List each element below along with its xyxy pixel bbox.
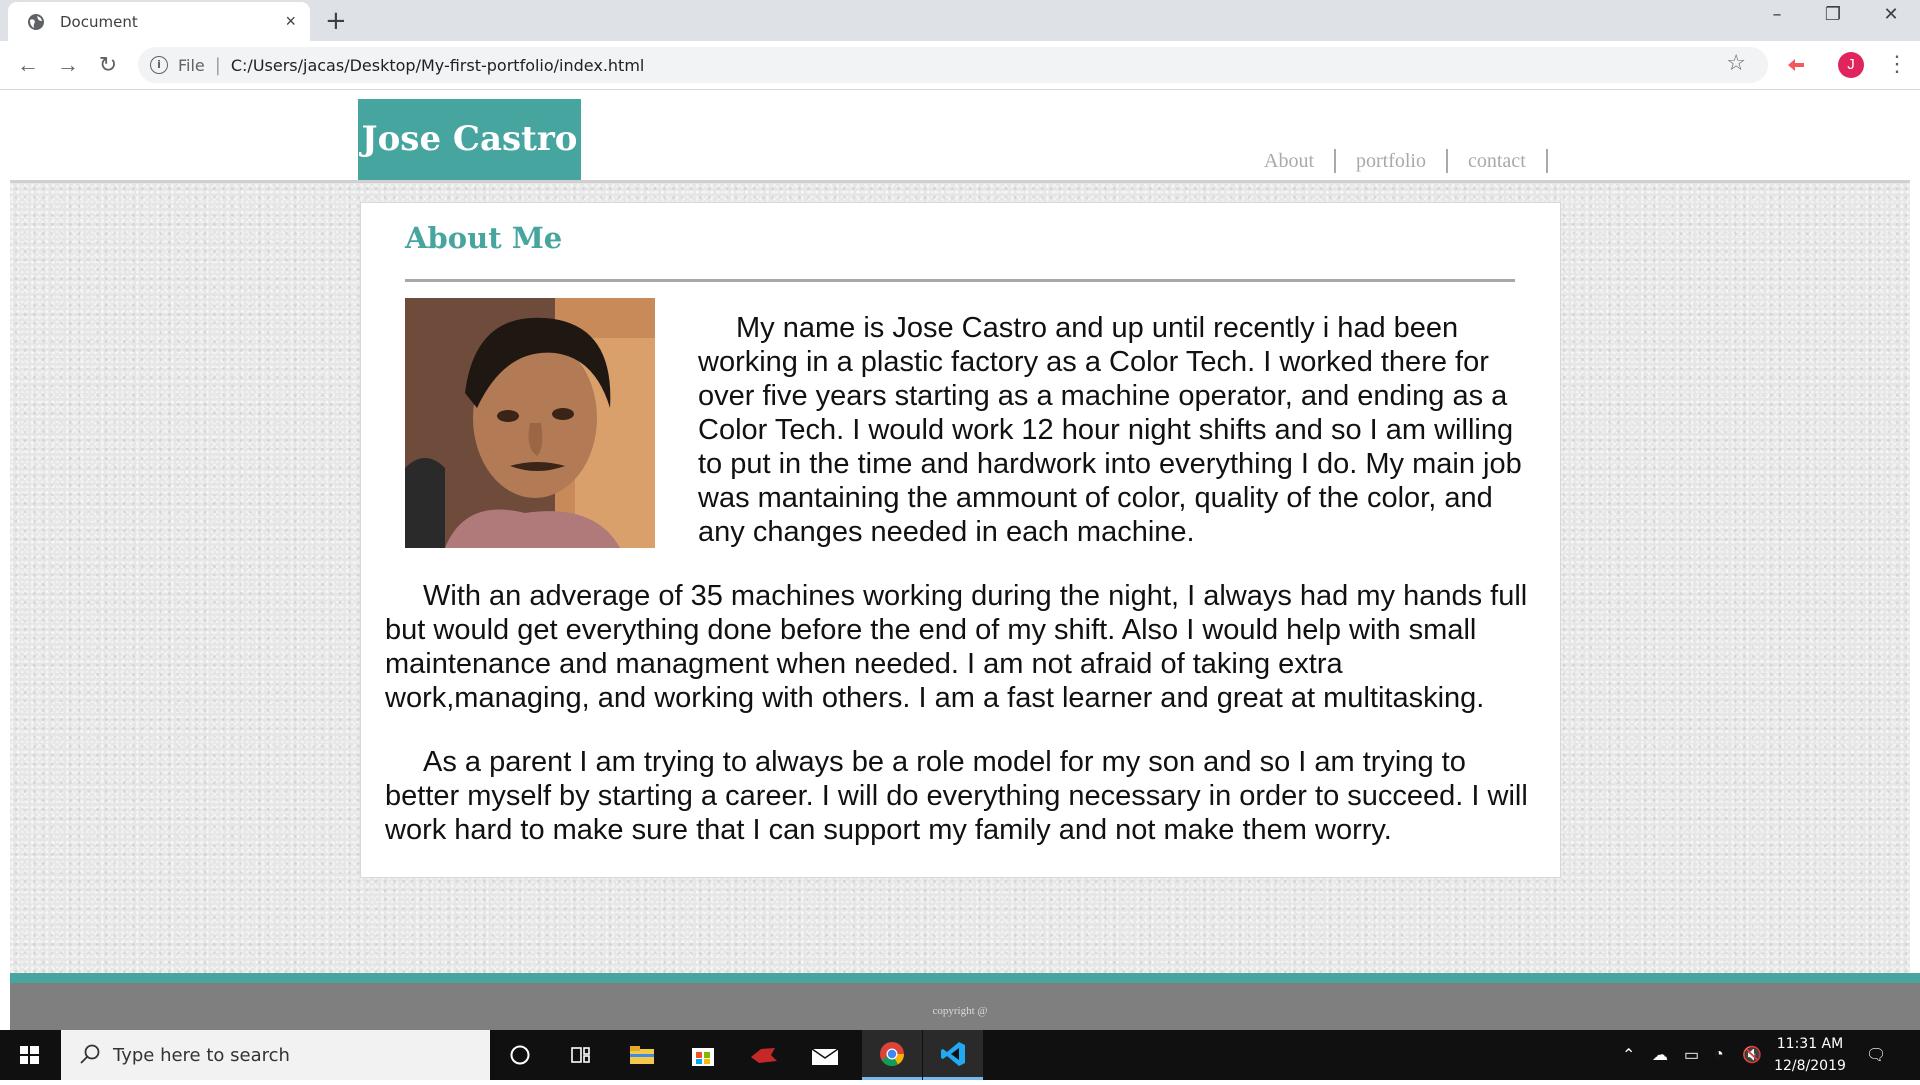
cortana-icon[interactable] [490,1030,550,1080]
copyright-text: copyright @ [932,1005,988,1017]
section-title: About Me [405,221,563,255]
globe-icon [28,13,44,30]
paragraph-2: With an adverage of 35 machines working … [385,580,1528,714]
tab-strip: Document × + – ❐ ✕ [0,0,1920,41]
task-view-icon[interactable] [551,1030,611,1080]
paragraph-1: My name is Jose Castro and up until rece… [698,312,1522,548]
start-button[interactable] [0,1030,60,1080]
browser-tab[interactable]: Document × [8,2,310,41]
site-header: Jose Castro About portfolio contact [0,90,1920,180]
nav-link-portfolio[interactable]: portfolio [1336,149,1448,173]
about-card: About Me My name is Jose Castro and up u… [360,202,1561,878]
mail-icon[interactable] [795,1030,855,1080]
tab-close-icon[interactable]: × [285,11,296,32]
site-nav: About portfolio contact [1240,149,1548,173]
clock[interactable]: 11:31 AM 12/8/2019 [1760,1033,1860,1077]
minimize-icon[interactable]: – [1752,4,1802,25]
bookmark-star-icon[interactable]: ☆ [1726,51,1746,76]
url-scheme: File [178,55,205,75]
avatar[interactable]: J [1838,52,1864,78]
close-window-icon[interactable]: ✕ [1866,4,1916,25]
vscode-icon[interactable] [923,1030,983,1080]
taskbar: Type here to search ⌃ ☁ ▭ ◔ 🔇 11:31 AM 1… [0,1030,1920,1080]
store-icon[interactable] [673,1030,733,1080]
footer-accent-bar [10,973,1920,983]
profile-photo [405,298,655,548]
tab-title: Document [60,12,138,31]
new-tab-icon[interactable]: + [325,6,347,36]
chrome-icon[interactable] [862,1030,922,1080]
wifi-icon[interactable]: ◔ [1714,1030,1724,1080]
taskbar-search[interactable]: Type here to search [61,1030,490,1080]
info-icon[interactable]: i [150,56,168,74]
reload-icon[interactable]: ↻ [94,51,122,79]
restore-icon[interactable]: ❐ [1808,4,1858,25]
tray-chevron-icon[interactable]: ⌃ [1622,1030,1635,1080]
nav-link-about[interactable]: About [1240,149,1336,173]
logo-text: Jose Castro [361,119,578,159]
menu-icon[interactable]: ⋮ [1886,51,1908,77]
extension-icon[interactable] [1785,54,1807,76]
game-app-icon[interactable] [734,1030,794,1080]
clock-time: 11:31 AM [1776,1036,1844,1052]
back-icon[interactable]: ← [14,51,42,79]
logo[interactable]: Jose Castro [358,99,581,180]
clock-date: 12/8/2019 [1774,1058,1846,1074]
paragraph-3: As a parent I am trying to always be a r… [385,746,1528,846]
forward-icon[interactable]: → [54,51,82,79]
site-footer: copyright @ [10,983,1920,1030]
url-text[interactable]: C:/Users/jacas/Desktop/My-first-portfoli… [231,56,645,75]
search-placeholder: Type here to search [113,1044,290,1066]
address-bar[interactable]: i File | C:/Users/jacas/Desktop/My-first… [138,47,1768,83]
battery-icon[interactable]: ▭ [1684,1030,1699,1080]
onedrive-icon[interactable]: ☁ [1652,1030,1668,1080]
file-explorer-icon[interactable] [612,1030,672,1080]
volume-icon[interactable]: 🔇 [1742,1030,1762,1080]
search-icon [80,1044,100,1064]
nav-link-contact[interactable]: contact [1448,149,1548,173]
windows-icon [20,1046,39,1064]
url-separator: | [214,54,221,76]
web-page: Jose Castro About portfolio contact Abou… [0,90,1920,1030]
browser-toolbar: ← → ↻ i File | C:/Users/jacas/Desktop/My… [0,41,1920,90]
notification-icon[interactable]: 🗨 [1866,1030,1886,1080]
divider [405,279,1515,282]
